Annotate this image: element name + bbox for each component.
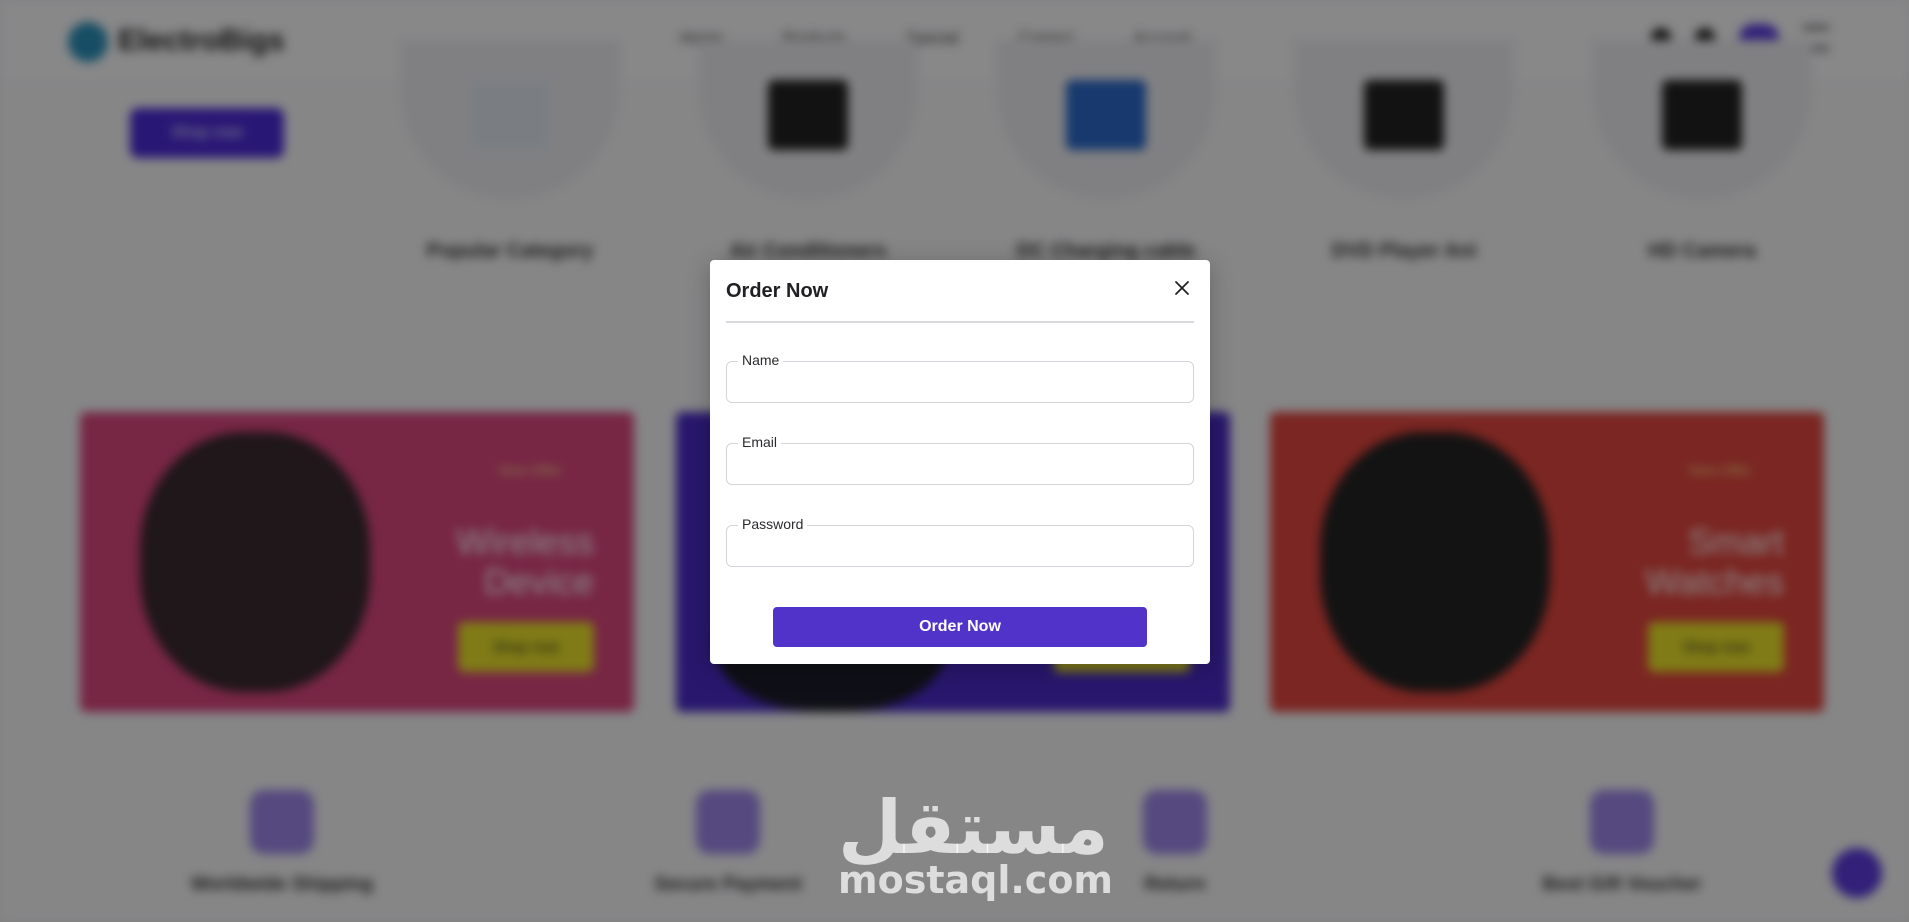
modal-title: Order Now <box>726 280 829 302</box>
name-input[interactable] <box>726 361 1194 403</box>
page: ElectroBigs Home Products Special Contac… <box>0 0 1909 922</box>
password-field: Password <box>726 516 1194 567</box>
order-modal: Order Now Name Email Password Order Now <box>710 260 1210 664</box>
email-field: Email <box>726 434 1194 485</box>
name-field: Name <box>726 352 1194 403</box>
close-button[interactable] <box>1170 276 1194 300</box>
watermark-latin: mostaql.com <box>838 858 1114 902</box>
watermark-arabic: مستقل <box>838 785 1109 871</box>
email-label: Email <box>738 434 782 450</box>
name-label: Name <box>738 352 784 368</box>
password-label: Password <box>738 516 808 532</box>
close-icon <box>1175 281 1189 295</box>
watermark: مستقل mostaql.com <box>838 785 1114 902</box>
modal-header: Order Now <box>726 260 1194 323</box>
order-now-button[interactable]: Order Now <box>773 607 1147 647</box>
email-input[interactable] <box>726 443 1194 485</box>
